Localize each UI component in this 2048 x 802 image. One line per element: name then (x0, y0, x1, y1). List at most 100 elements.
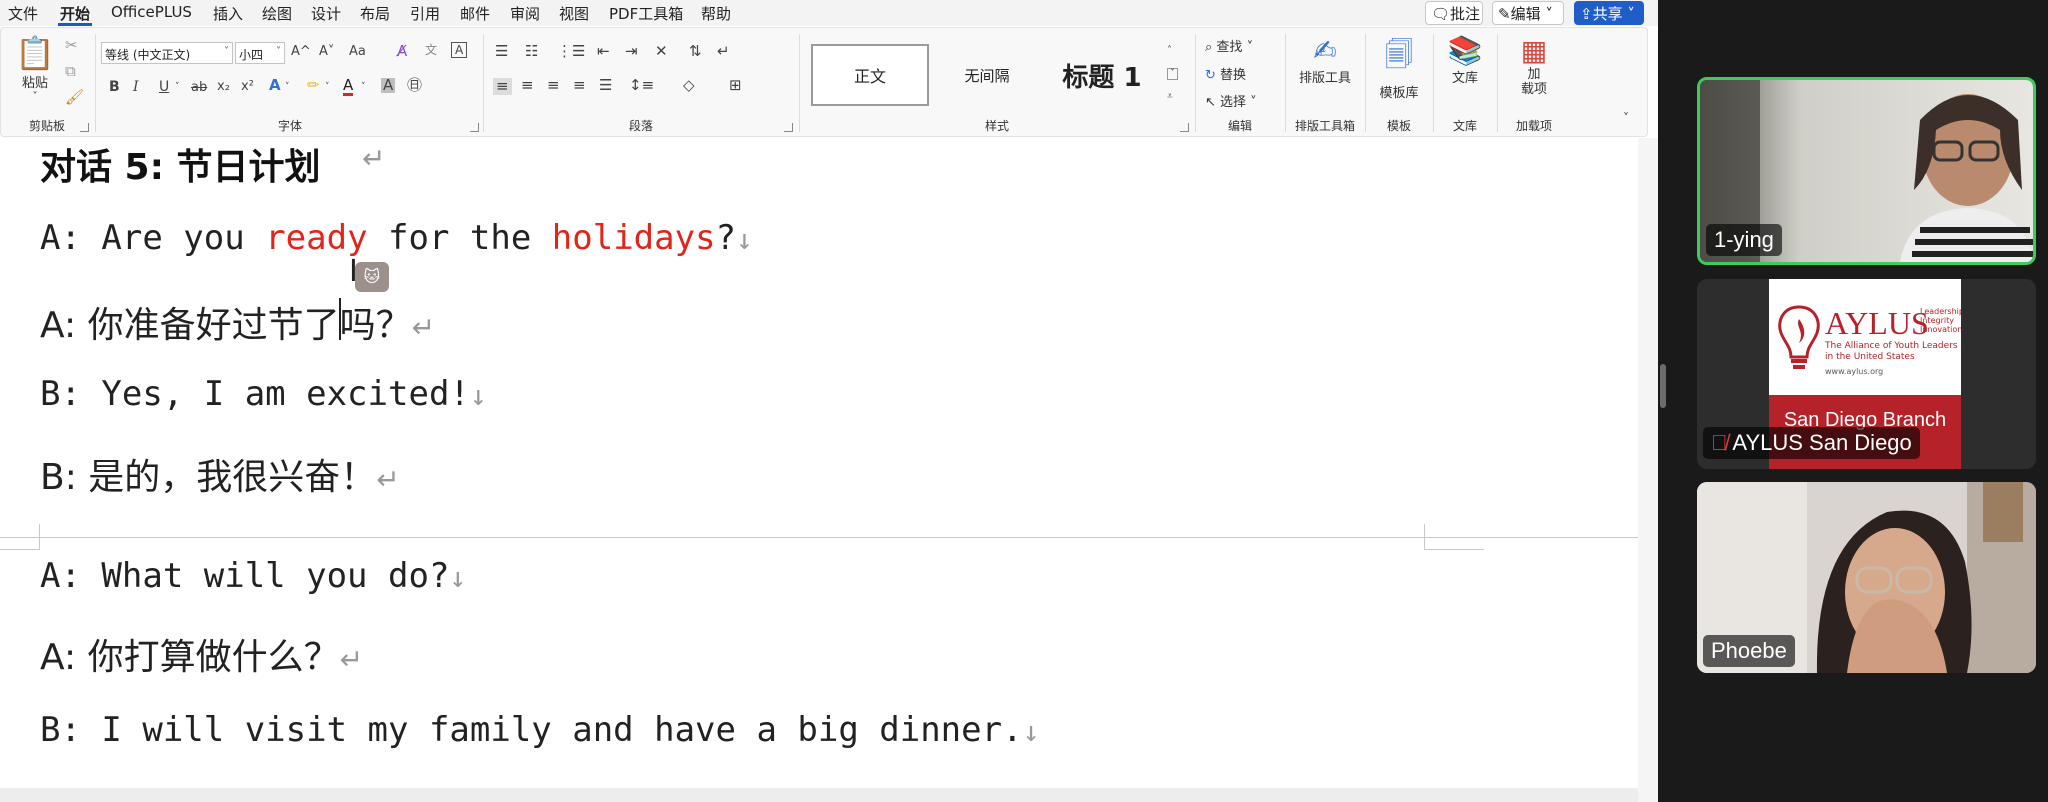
menu-officeplus[interactable]: OfficePLUS (111, 3, 192, 21)
phonetic-guide-icon[interactable]: 文 (425, 44, 437, 56)
text-effects-icon[interactable]: A (269, 78, 281, 93)
panel-scroll-handle[interactable] (1660, 364, 1666, 408)
font-launcher[interactable] (470, 123, 479, 132)
menu-draw[interactable]: 绘图 (262, 3, 292, 24)
style-normal[interactable]: 正文 (811, 44, 929, 106)
collapse-ribbon-icon[interactable]: ˅ (1623, 112, 1629, 124)
edit-mode-button[interactable]: ✎编辑 ˅ (1492, 1, 1564, 25)
multilevel-list-icon[interactable]: ⋮☰ (557, 44, 585, 59)
addins-grid-icon: ▦ (1520, 34, 1548, 67)
enclose-character-icon[interactable]: ㊐ (407, 78, 422, 93)
group-divider (1285, 34, 1286, 132)
copy-icon[interactable]: ⧉ (65, 64, 76, 79)
menu-view[interactable]: 视图 (559, 3, 589, 24)
participant-tile[interactable]: Phoebe (1697, 482, 2036, 673)
style-no-spacing[interactable]: 无间隔 (933, 44, 1041, 106)
show-marks-icon[interactable]: ↵ (717, 44, 730, 59)
muted-mic-icon: 🎙̸ (1711, 430, 1733, 455)
menu-pdf-tools[interactable]: PDF工具箱 (609, 3, 683, 24)
font-name-select[interactable]: 等线 (中文正文) ˅ (101, 42, 233, 64)
paragraph-launcher[interactable] (784, 123, 793, 132)
menu-layout[interactable]: 布局 (360, 3, 390, 24)
sort-icon[interactable]: ⇅ (689, 44, 702, 59)
line-spacing-icon[interactable]: ↕≡ (629, 78, 654, 93)
library-group-label: 文库 (1452, 119, 1477, 133)
group-font: 等线 (中文正文) ˅ 小四 ˅ A^ A˅ Aa A̸ 文 A B I U ˅ a… (97, 28, 483, 136)
style-scroll-down-icon[interactable]: ˅ (1167, 68, 1178, 80)
clear-format-icon[interactable]: A̸ (397, 44, 407, 59)
align-left-icon[interactable]: ≡ (493, 78, 512, 95)
speaker-label: B: (40, 374, 102, 414)
align-center-icon[interactable]: ≡ (521, 78, 534, 93)
participant-tile[interactable]: 1-ying (1697, 77, 2036, 265)
replace-button[interactable]: ↻ 替换 (1205, 64, 1246, 83)
addins-button[interactable]: ▦ 加 载项 (1507, 34, 1561, 97)
menu-mailings[interactable]: 邮件 (460, 3, 490, 24)
menu-review[interactable]: 审阅 (510, 3, 540, 24)
shrink-font-button[interactable]: A˅ (319, 45, 334, 58)
chinese-layout-icon[interactable]: ✕ (655, 44, 668, 59)
document-page[interactable]: 对话 5: 节日计划 ↵ A: Are you ready for the ho… (0, 138, 1638, 788)
line-break-mark: ↓ (736, 223, 753, 256)
style-scroll-up-icon[interactable]: ˄ (1167, 46, 1172, 56)
group-divider (1497, 34, 1498, 132)
select-button[interactable]: ↖ 选择 ˅ (1205, 91, 1257, 110)
menu-references[interactable]: 引用 (410, 3, 440, 24)
character-border-icon[interactable]: A (451, 42, 468, 58)
styles-launcher[interactable] (1180, 123, 1189, 132)
comments-button[interactable]: 🗨批注 (1425, 1, 1483, 25)
style-more-icon[interactable]: ⩡ (1167, 92, 1173, 102)
shading-icon[interactable]: ◇ (683, 78, 695, 93)
menu-design[interactable]: 设计 (311, 3, 341, 24)
underline-button[interactable]: U (159, 80, 169, 94)
decrease-indent-icon[interactable]: ⇤ (597, 44, 610, 59)
find-button[interactable]: ⌕ 查找 ˅ (1205, 36, 1253, 55)
paste-button[interactable]: 📋 粘贴 ˅ (13, 34, 57, 102)
format-painter-icon[interactable]: 🖌 (65, 90, 84, 105)
pencil-icon: ✎ (1498, 5, 1511, 23)
justify-icon[interactable]: ≡ (573, 78, 586, 93)
line-a-english-1: A: Are you ready for the holidays?↓ (40, 218, 753, 258)
chevron-down-icon[interactable]: ˅ (361, 83, 366, 92)
participant-tile[interactable]: AYLUS Leadership Integrity Innovation Th… (1697, 279, 2036, 469)
group-divider (483, 34, 484, 132)
aylus-subtitle: The Alliance of Youth Leaders in the Uni… (1825, 341, 1958, 362)
numbering-icon[interactable]: ☷ (525, 44, 538, 59)
vertical-scrollbar[interactable] (1638, 138, 1658, 802)
chevron-down-icon[interactable]: ˅ (325, 83, 330, 92)
share-button[interactable]: ⇪共享 ˅ (1574, 1, 1644, 25)
superscript-button[interactable]: x² (241, 80, 254, 93)
participant-name: Phoebe (1703, 635, 1795, 667)
cut-icon[interactable]: ✂ (65, 38, 78, 53)
distributed-icon[interactable]: ☰ (599, 78, 612, 93)
font-size-select[interactable]: 小四 ˅ (235, 42, 285, 64)
strikethrough-button[interactable]: ab (191, 81, 207, 94)
align-right-icon[interactable]: ≡ (547, 78, 560, 93)
bold-button[interactable]: B (109, 80, 120, 94)
change-case-button[interactable]: Aa (349, 45, 366, 58)
library-button[interactable]: 📚 文库 (1439, 34, 1491, 86)
grow-font-button[interactable]: A^ (291, 45, 311, 58)
character-shading-icon[interactable]: A (381, 78, 396, 93)
bullets-icon[interactable]: ☰ (495, 44, 508, 59)
borders-icon[interactable]: ⊞ (729, 78, 742, 93)
page-break-line (0, 537, 1638, 538)
aylus-url: www.aylus.org (1825, 367, 1884, 376)
menu-home[interactable]: 开始 (60, 3, 90, 24)
typeset-tool-button[interactable]: ✍ 排版工具 (1291, 34, 1359, 86)
menu-help[interactable]: 帮助 (701, 3, 731, 24)
chevron-down-icon[interactable]: ˅ (175, 83, 180, 92)
clipboard-launcher[interactable] (80, 123, 89, 132)
menu-file[interactable]: 文件 (8, 3, 38, 24)
search-icon: ⌕ (1205, 40, 1217, 55)
font-color-icon[interactable]: A (343, 78, 354, 96)
subscript-button[interactable]: x₂ (217, 80, 230, 93)
menu-insert[interactable]: 插入 (213, 3, 243, 24)
chevron-down-icon[interactable]: ˅ (285, 83, 290, 92)
styles-group-label: 样式 (984, 119, 1009, 133)
template-library-button[interactable]: 🗐 模板库 (1371, 34, 1427, 101)
italic-button[interactable]: I (133, 80, 139, 94)
highlight-color-icon[interactable]: ✏ (307, 78, 320, 93)
increase-indent-icon[interactable]: ⇥ (625, 44, 638, 59)
style-heading-1[interactable]: 标题 1 (1047, 44, 1157, 106)
